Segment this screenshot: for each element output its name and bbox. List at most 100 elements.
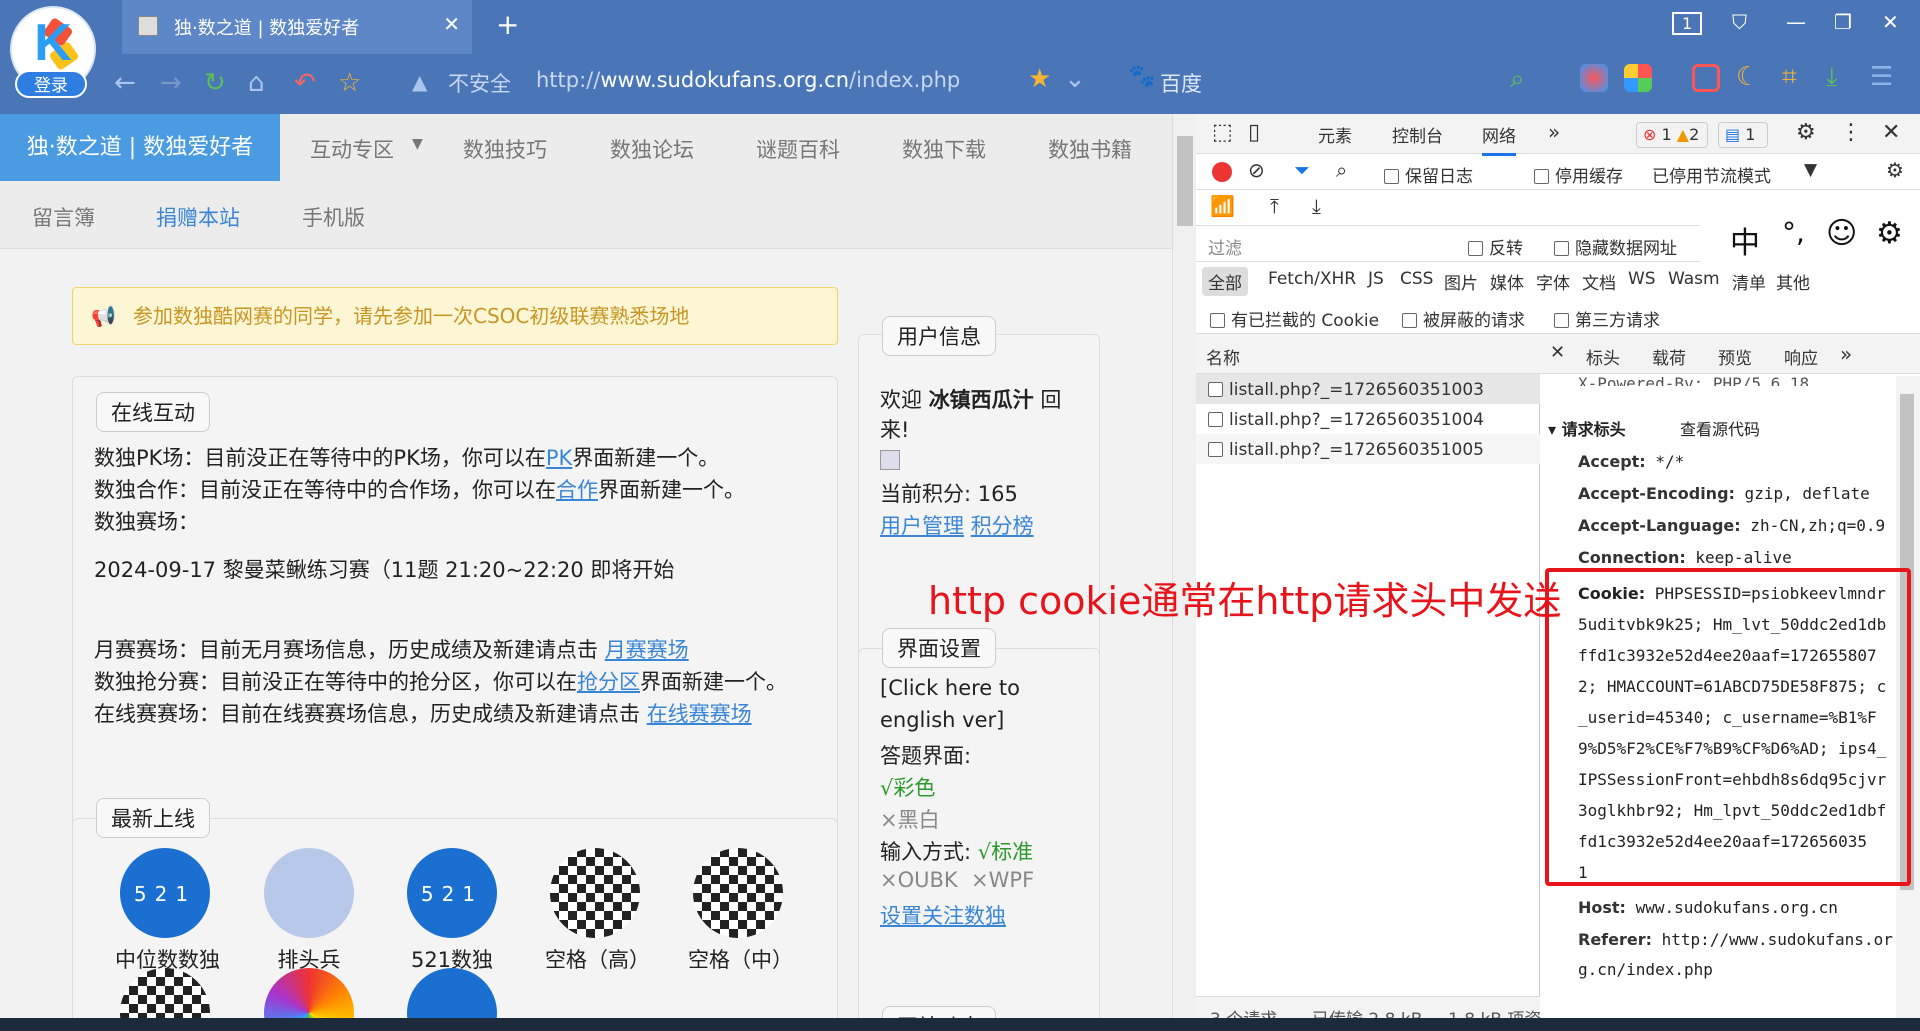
home-icon[interactable]: ⌂ <box>248 68 265 98</box>
search-icon[interactable]: ⌕ <box>1510 64 1525 95</box>
game-median-sudoku[interactable]: 521 中位数数独 <box>115 848 220 974</box>
nav-interact[interactable]: 互动专区 <box>310 134 394 164</box>
preserve-log-checkbox[interactable]: 保留日志 <box>1384 162 1473 187</box>
bookmark-star-icon[interactable]: ★ <box>1028 64 1051 94</box>
month-link[interactable]: 月赛赛场 <box>605 638 689 662</box>
network-settings-icon[interactable]: ⚙ <box>1886 158 1904 182</box>
kebab-menu-icon[interactable]: ⋮ <box>1840 120 1862 145</box>
login-button[interactable]: 登录 <box>15 70 87 98</box>
browser-tab[interactable]: 独·数之道 | 数独爱好者 ✕ <box>122 0 472 54</box>
extension-icon[interactable] <box>1580 64 1608 92</box>
close-detail-icon[interactable]: ✕ <box>1550 342 1565 363</box>
user-manage-link[interactable]: 用户管理 <box>880 514 964 538</box>
std-option[interactable]: √标准 <box>978 840 1033 864</box>
shirt-icon[interactable]: ⛉ <box>1732 10 1747 34</box>
disable-cache-checkbox[interactable]: 停用缓存 <box>1534 162 1623 187</box>
nav-download[interactable]: 数独下载 <box>902 134 986 164</box>
invert-checkbox[interactable]: 反转 <box>1468 234 1523 259</box>
follow-link[interactable]: 设置关注数独 <box>880 904 1006 928</box>
game-space-mid[interactable]: 空格（中） <box>688 848 793 974</box>
tab-payload[interactable]: 载荷 <box>1652 344 1686 369</box>
type-xhr[interactable]: Fetch/XHR <box>1268 269 1356 289</box>
tab-response[interactable]: 响应 <box>1784 344 1818 369</box>
new-tab-icon[interactable]: + <box>496 8 519 41</box>
type-doc[interactable]: 文档 <box>1582 269 1616 294</box>
pk-link[interactable]: PK <box>546 446 572 470</box>
back-icon[interactable]: ← <box>114 68 136 98</box>
rank-link[interactable]: 积分榜 <box>971 514 1034 538</box>
type-font[interactable]: 字体 <box>1536 269 1570 294</box>
throttle-dropdown-icon[interactable]: ▼ <box>1804 160 1817 180</box>
oubk-option[interactable]: ×OUBK <box>880 868 958 892</box>
tab-count-icon[interactable]: 1 <box>1672 12 1703 35</box>
menu-icon[interactable]: ☰ <box>1870 62 1893 92</box>
ime-emoji-icon[interactable]: ☺ <box>1826 216 1857 251</box>
wpf-option[interactable]: ×WPF <box>971 868 1034 892</box>
type-manifest[interactable]: 清单 <box>1732 269 1766 294</box>
type-img[interactable]: 图片 <box>1444 269 1478 294</box>
nav-mobile[interactable]: 手机版 <box>302 202 365 232</box>
more-tabs-icon[interactable]: » <box>1548 120 1560 144</box>
game-space-high[interactable]: 空格（高） <box>545 848 650 974</box>
close-window-icon[interactable]: ✕ <box>1882 10 1899 34</box>
upload-icon[interactable]: ⤒ <box>1270 194 1279 218</box>
undo-close-icon[interactable]: ↶ <box>294 68 316 98</box>
tab-elements[interactable]: 元素 <box>1318 122 1352 147</box>
settings-gear-icon[interactable]: ⚙ <box>1796 120 1816 145</box>
apps-icon[interactable] <box>1624 64 1652 92</box>
nav-tips[interactable]: 数独技巧 <box>463 134 547 164</box>
ime-settings-icon[interactable]: ⚙ <box>1876 216 1903 251</box>
grab-link[interactable]: 抢分区 <box>577 670 640 694</box>
game-leader[interactable]: 排头兵 <box>259 848 359 974</box>
more-detail-tabs-icon[interactable]: » <box>1840 342 1852 366</box>
refresh-icon[interactable]: ↻ <box>204 68 226 98</box>
request-headers-section[interactable]: ▾ 请求标头 <box>1548 416 1626 440</box>
ime-punct-icon[interactable]: °, <box>1782 216 1805 249</box>
forward-icon[interactable]: → <box>160 68 182 98</box>
close-tab-icon[interactable]: ✕ <box>443 12 460 36</box>
download-icon[interactable]: ⤓ <box>1826 62 1838 93</box>
color-option[interactable]: √彩色 <box>880 772 935 802</box>
request-row[interactable]: listall.php?_=1726560351003 <box>1196 374 1540 404</box>
crop-icon[interactable]: ⌗ <box>1782 62 1797 93</box>
view-source-link[interactable]: 查看源代码 <box>1680 416 1760 440</box>
inspect-icon[interactable]: ⬚ <box>1212 120 1233 145</box>
online-race-link[interactable]: 在线赛赛场 <box>647 702 752 726</box>
blocked-cookie-checkbox[interactable]: 有已拦截的 Cookie <box>1210 306 1379 331</box>
pdf-icon[interactable] <box>1692 64 1720 92</box>
close-devtools-icon[interactable]: ✕ <box>1882 120 1900 145</box>
type-media[interactable]: 媒体 <box>1490 269 1524 294</box>
throttle-select[interactable]: 已停用节流模式 <box>1652 162 1771 187</box>
name-column-header[interactable]: 名称 <box>1206 344 1240 369</box>
bw-option[interactable]: ×黑白 <box>880 804 940 834</box>
tab-console[interactable]: 控制台 <box>1392 122 1443 147</box>
game-521[interactable]: 521 521数独 <box>402 848 502 974</box>
site-brand[interactable]: 独·数之道 | 数独爱好者 <box>0 114 280 181</box>
tab-network[interactable]: 网络 <box>1482 122 1516 156</box>
minimize-icon[interactable]: — <box>1786 10 1806 34</box>
type-ws[interactable]: WS <box>1628 269 1656 289</box>
tab-headers[interactable]: 标头 <box>1586 344 1620 369</box>
filter-input[interactable]: 过滤 <box>1208 234 1242 259</box>
english-link-2[interactable]: english ver] <box>880 708 1004 732</box>
address-bar[interactable]: http://www.sudokufans.org.cn/index.php <box>536 68 960 92</box>
moon-icon[interactable]: ☾ <box>1736 62 1759 92</box>
device-icon[interactable]: ▯ <box>1248 120 1260 145</box>
clear-icon[interactable]: ⊘ <box>1248 158 1265 182</box>
english-link[interactable]: [Click here to <box>880 676 1020 700</box>
favorite-icon[interactable]: ☆ <box>338 68 361 98</box>
coop-link[interactable]: 合作 <box>556 478 598 502</box>
nav-donate[interactable]: 捐赠本站 <box>156 202 240 232</box>
hide-data-checkbox[interactable]: 隐藏数据网址 <box>1554 234 1677 259</box>
search-icon[interactable]: ⌕ <box>1336 158 1347 182</box>
nav-books[interactable]: 数独书籍 <box>1048 134 1132 164</box>
third-party-checkbox[interactable]: 第三方请求 <box>1554 306 1660 331</box>
search-engine[interactable]: 百度 <box>1160 68 1202 98</box>
messages-badge[interactable]: ▤ 1 <box>1718 122 1768 148</box>
type-wasm[interactable]: Wasm <box>1668 269 1720 289</box>
maximize-icon[interactable]: ❐ <box>1834 10 1852 34</box>
download-har-icon[interactable]: ⤓ <box>1312 194 1321 218</box>
dropdown-icon[interactable]: ⌄ <box>1064 64 1086 94</box>
type-all[interactable]: 全部 <box>1202 267 1248 296</box>
blocked-request-checkbox[interactable]: 被屏蔽的请求 <box>1402 306 1525 331</box>
